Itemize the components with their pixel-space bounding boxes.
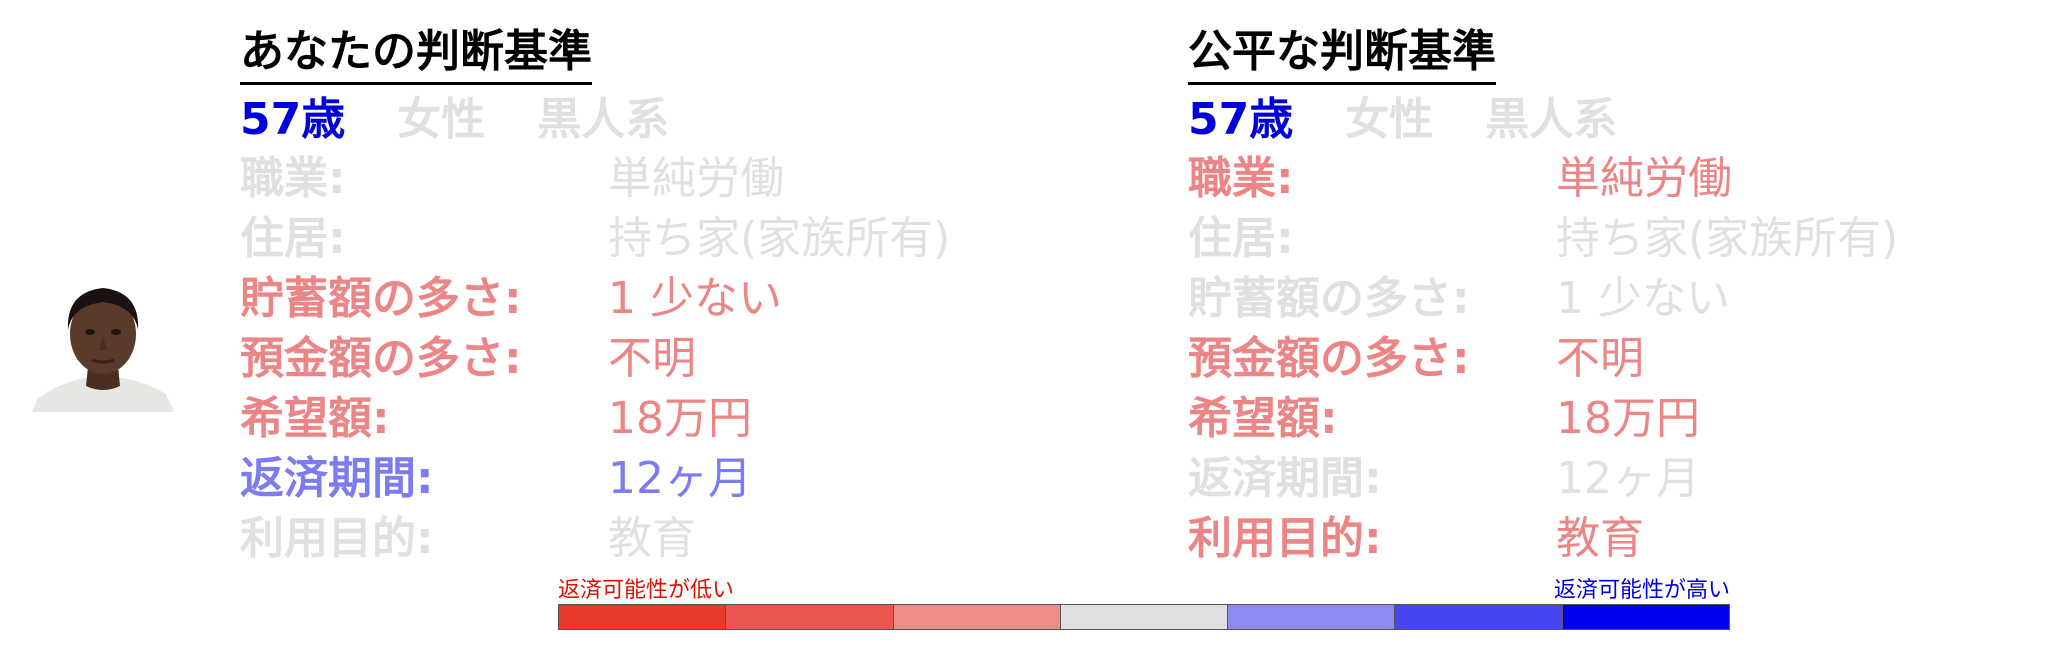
attribute-row: 職業: 単純労働 (240, 149, 1060, 209)
attribute-value: 持ち家(家族所有) (1556, 213, 1899, 264)
attribute-value: 教育 (608, 513, 696, 564)
attribute-label: 預金額の多さ: (1188, 333, 1470, 384)
demographic-item: 57歳 (1188, 94, 1294, 145)
attribute-value: 1 少ない (608, 273, 782, 324)
attribute-row: 住居: 持ち家(家族所有) (240, 209, 1060, 269)
attribute-row: 貯蓄額の多さ: 1 少ない (240, 269, 1060, 329)
attribute-list: 職業: 単純労働住居: 持ち家(家族所有) 貯蓄額の多さ: 1 少ない預金額の多さ: 不明… (240, 149, 1060, 569)
attribute-value: 単純労働 (608, 153, 784, 204)
scale-segment (559, 605, 727, 629)
scale-segment (893, 605, 1061, 629)
attribute-row: 希望額: 18万円 (1188, 389, 2008, 449)
attribute-row: 住居: 持ち家(家族所有) (1188, 209, 2008, 269)
attribute-row: 預金額の多さ: 不明 (1188, 329, 2008, 389)
attribute-value: 12ヶ月 (1556, 453, 1700, 504)
demographics: 57歳 女性 黒人系 (1188, 91, 2008, 149)
attribute-label: 貯蓄額の多さ: (1188, 273, 1470, 324)
attribute-label: 職業: (240, 153, 346, 204)
scale-segment (1562, 605, 1729, 629)
scale-segment (1060, 605, 1229, 629)
panel-title: あなたの判断基準 (240, 24, 592, 85)
scale-segment (726, 605, 894, 629)
color-scale-bar (558, 604, 1730, 630)
attribute-label: 預金額の多さ: (240, 333, 522, 384)
attribute-value: 不明 (608, 333, 696, 384)
attribute-value: 持ち家(家族所有) (608, 213, 951, 264)
attribute-row: 貯蓄額の多さ: 1 少ない (1188, 269, 2008, 329)
panel-title: 公平な判断基準 (1188, 24, 1496, 85)
your-criteria-panel: あなたの判断基準 57歳 女性 黒人系 職業: 単純労働 住居: 持ち家(家族所有) 貯蓄額… (240, 24, 1060, 569)
attribute-value: 教育 (1556, 513, 1644, 564)
attribute-list: 職業: 単純労働住居: 持ち家(家族所有) 貯蓄額の多さ: 1 少ない預金額の多さ: 不明… (1188, 149, 2008, 569)
attribute-label: 住居: (1188, 213, 1294, 264)
attribute-label: 返済期間: (240, 453, 434, 504)
attribute-row: 返済期間: 12ヶ月 (240, 449, 1060, 509)
scale-low-label: 返済可能性が低い (558, 578, 735, 603)
attribute-row: 返済期間: 12ヶ月 (1188, 449, 2008, 509)
attribute-label: 希望額: (1188, 393, 1338, 444)
attribute-label: 返済期間: (1188, 453, 1382, 504)
attribute-label: 希望額: (240, 393, 390, 444)
demographic-item: 女性 (397, 94, 486, 145)
attribute-row: 預金額の多さ: 不明 (240, 329, 1060, 389)
attribute-label: 利用目的: (240, 513, 434, 564)
attribute-label: 職業: (1188, 153, 1294, 204)
person-portrait-icon (32, 270, 174, 412)
attribute-row: 希望額: 18万円 (240, 389, 1060, 449)
demographic-item: 黒人系 (537, 94, 670, 145)
applicant-photo (32, 270, 174, 412)
attribute-value: 不明 (1556, 333, 1644, 384)
attribute-row: 職業: 単純労働 (1188, 149, 2008, 209)
attribute-value: 単純労働 (1556, 153, 1732, 204)
attribute-value: 18万円 (1556, 393, 1700, 444)
attribute-row: 利用目的: 教育 (1188, 509, 2008, 569)
attribute-value: 1 少ない (1556, 273, 1730, 324)
scale-segment (1395, 605, 1563, 629)
scale-high-label: 返済可能性が高い (1553, 578, 1730, 603)
fair-criteria-panel: 公平な判断基準 57歳 女性 黒人系 職業: 単純労働 住居: 持ち家(家族所有) 貯蓄額の… (1188, 24, 2008, 569)
demographic-item: 黒人系 (1485, 94, 1618, 145)
scale-segment (1228, 605, 1396, 629)
attribute-value: 18万円 (608, 393, 752, 444)
attribute-label: 利用目的: (1188, 513, 1382, 564)
demographic-item: 57歳 (240, 94, 346, 145)
attribute-label: 住居: (240, 213, 346, 264)
attribute-label: 貯蓄額の多さ: (240, 273, 522, 324)
attribute-value: 12ヶ月 (608, 453, 752, 504)
demographics: 57歳 女性 黒人系 (240, 91, 1060, 149)
attribute-row: 利用目的: 教育 (240, 509, 1060, 569)
demographic-item: 女性 (1345, 94, 1434, 145)
